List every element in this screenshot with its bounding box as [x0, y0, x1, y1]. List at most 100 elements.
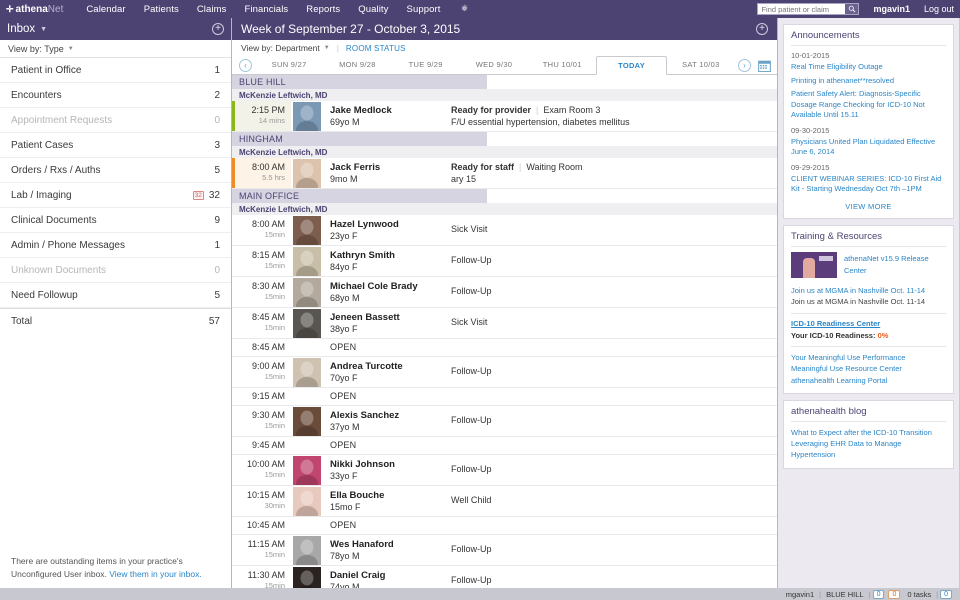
day-tab-today[interactable]: TODAY [596, 56, 667, 75]
inbox-viewby-selector[interactable]: View by: Type ▼ [0, 40, 231, 58]
statusbar-tasks[interactable]: 0 tasks [907, 590, 931, 599]
appointment-row[interactable]: 9:30 AM 15min Alexis Sanchez 37yo M Follow-U… [232, 406, 777, 437]
inbox-item-badge: 32 [192, 190, 204, 200]
announcement-link[interactable]: Real Time Eligibility Outage [791, 62, 946, 73]
chevron-down-icon[interactable]: ▼ [40, 26, 47, 33]
appointment-row[interactable]: 8:00 AM 5.5 hrs Jack Ferris 9mo M Ready for … [232, 158, 777, 189]
announcement-link[interactable]: CLIENT WEBINAR SERIES: ICD-10 First Aid … [791, 174, 946, 195]
inbox-item-encounters[interactable]: Encounters 2 [0, 83, 231, 108]
statusbar-count-orange[interactable]: 0 [888, 589, 901, 599]
inbox-item-clinical-documents[interactable]: Clinical Documents 9 [0, 208, 231, 233]
appointment-duration: 15min [264, 372, 285, 382]
nav-item-patients[interactable]: Patients [144, 4, 179, 15]
inbox-item-patient-cases[interactable]: Patient Cases 3 [0, 133, 231, 158]
divider [791, 313, 946, 314]
appointment-row[interactable]: 11:30 AM 15min Daniel Craig 74yo M Follow-Up [232, 566, 777, 588]
inbox-item-count: 5 [214, 164, 220, 176]
nav-item-reports[interactable]: Reports [306, 4, 340, 15]
icd10-readiness-center-link[interactable]: ICD-10 Readiness Center [791, 319, 946, 328]
inbox-unconfigured-note: There are outstanding items in your prac… [0, 547, 231, 588]
patient-info-cell: Alexis Sanchez 37yo M [321, 406, 451, 436]
blog-link-1[interactable]: What to Expect after the ICD-10 Transiti… [791, 427, 946, 438]
release-center-link[interactable]: athenaNet v15.9 Release Center [844, 253, 946, 276]
appointment-row[interactable]: 2:15 PM 14 mins Jake Medlock 69yo M Ready fo… [232, 101, 777, 132]
appointment-row[interactable]: 11:15 AM 15min Wes Hanaford 78yo M Follow-Up [232, 535, 777, 566]
calendar-subheader: View by: Department ▼ | ROOM STATUS [232, 40, 777, 56]
appointment-row[interactable]: 10:15 AM 30min Ella Bouche 15mo F Well Child [232, 486, 777, 517]
inbox-note-link[interactable]: View them in your inbox. [109, 569, 201, 579]
mgma-link[interactable]: Join us at MGMA in Nashville Oct. 11-14 [791, 285, 946, 296]
inbox-item-lab-imaging[interactable]: Lab / Imaging 32 32 [0, 183, 231, 208]
inbox-item-count: 0 [214, 264, 220, 276]
appointment-status-cell: Follow-Up [451, 357, 777, 387]
appointment-slot-open[interactable]: 9:15 AM OPEN [232, 388, 777, 406]
inbox-item-right: 32 32 [192, 190, 220, 201]
day-tab-tue-9-29[interactable]: TUE 9/29 [392, 56, 460, 74]
day-tab-wed-9-30[interactable]: WED 9/30 [460, 56, 528, 74]
announcements-card: Announcements 10-01-2015 Real Time Eligib… [783, 24, 954, 219]
inbox-item-patient-in-office[interactable]: Patient in Office 1 [0, 58, 231, 83]
day-tab-sat-10-03[interactable]: SAT 10/03 [667, 56, 735, 74]
appointment-slot-open[interactable]: 10:45 AM OPEN [232, 517, 777, 535]
inbox-item-label: Encounters [11, 89, 62, 101]
status-bar: mgavin1 | BLUE HILL | 0 0 0 tasks | 0 [0, 588, 960, 600]
announcement-link[interactable]: Patient Safety Alert: Diagnosis-Specific… [791, 89, 946, 121]
patient-age-sex: 70yo F [330, 373, 358, 384]
inbox-item-orders-rxs-auths[interactable]: Orders / Rxs / Auths 5 [0, 158, 231, 183]
inbox-item-count: 3 [214, 139, 220, 151]
day-tab-thu-10-01[interactable]: THU 10/01 [528, 56, 596, 74]
gear-icon[interactable] [460, 4, 469, 15]
next-week-button[interactable]: › [738, 59, 751, 72]
logout-link[interactable]: Log out [924, 4, 954, 14]
appointment-status: Ready for provider [451, 105, 532, 115]
appointment-time: 11:15 AM [247, 539, 285, 549]
search-icon[interactable] [845, 3, 860, 15]
announcements-view-more[interactable]: VIEW MORE [791, 202, 946, 211]
inbox-item-need-followup[interactable]: Need Followup 5 [0, 283, 231, 308]
meaningful-use-performance-link[interactable]: Your Meaningful Use Performance [791, 352, 946, 363]
inbox-item-admin-phone-messages[interactable]: Admin / Phone Messages 1 [0, 233, 231, 258]
statusbar-count-blue[interactable]: 0 [872, 589, 885, 599]
patient-age-sex: 78yo M [330, 551, 360, 562]
department-header: HINGHAM [232, 132, 487, 146]
username-link[interactable]: mgavin1 [873, 4, 910, 14]
statusbar-count-last[interactable]: 0 [940, 589, 952, 599]
calendar-viewby-label[interactable]: View by: Department [241, 43, 320, 53]
appointment-row[interactable]: 10:00 AM 15min Nikki Johnson 33yo F Follow-U… [232, 455, 777, 486]
announcement-date: 10-01-2015 [791, 51, 830, 60]
inbox-item-appointment-requests[interactable]: Appointment Requests 0 [0, 108, 231, 133]
nav-item-quality[interactable]: Quality [358, 4, 388, 15]
day-tab-mon-9-28[interactable]: MON 9/28 [323, 56, 391, 74]
blog-link-2[interactable]: Leveraging EHR Data to Manage Hypertensi… [791, 438, 946, 461]
meaningful-use-resource-link[interactable]: Meaningful Use Resource Center [791, 363, 946, 374]
calendar-icon[interactable] [758, 60, 771, 73]
inbox-item-unknown-documents[interactable]: Unknown Documents 0 [0, 258, 231, 283]
appointment-row[interactable]: 8:30 AM 15min Michael Cole Brady 68yo M Foll… [232, 277, 777, 308]
appointment-slot-open[interactable]: 9:45 AM OPEN [232, 437, 777, 455]
inbox-item-count: 1 [214, 239, 220, 251]
appointment-row[interactable]: 8:45 AM 15min Jeneen Bassett 38yo F Sick Vis… [232, 308, 777, 339]
patient-name: Jack Ferris [330, 162, 381, 173]
nav-item-claims[interactable]: Claims [197, 4, 227, 15]
room-status-link[interactable]: ROOM STATUS [346, 44, 406, 53]
announcement-link[interactable]: Physicians United Plan Liquidated Effect… [791, 137, 946, 158]
nav-item-financials[interactable]: Financials [244, 4, 288, 15]
appointment-row[interactable]: 8:00 AM 15min Hazel Lynwood 23yo F Sick Visi… [232, 215, 777, 246]
inbox-add-button[interactable]: + [212, 23, 224, 35]
announcement-link[interactable]: Printing in athenanet**resolved [791, 76, 946, 87]
day-tab-sun-9-27[interactable]: SUN 9/27 [255, 56, 323, 74]
calendar-add-button[interactable]: + [756, 23, 768, 35]
athenanet-logo[interactable]: ✛ athena Net [6, 4, 63, 15]
blog-title: athenahealth blog [791, 406, 946, 422]
learning-portal-link[interactable]: athenahealth Learning Portal [791, 375, 946, 386]
search-input[interactable] [757, 3, 846, 15]
training-video-row[interactable]: athenaNet v15.9 Release Center [791, 251, 946, 278]
appointment-row[interactable]: 9:00 AM 15min Andrea Turcotte 70yo F Follow-… [232, 357, 777, 388]
nav-item-support[interactable]: Support [407, 4, 441, 15]
nav-item-calendar[interactable]: Calendar [86, 4, 125, 15]
appointment-slot-open[interactable]: 8:45 AM OPEN [232, 339, 777, 357]
inbox-item-label: Admin / Phone Messages [11, 239, 125, 251]
appointment-row[interactable]: 8:15 AM 15min Kathryn Smith 84yo F Follow-Up [232, 246, 777, 277]
appointment-status-cell: Follow-Up [451, 455, 777, 485]
prev-week-button[interactable]: ‹ [239, 59, 252, 72]
